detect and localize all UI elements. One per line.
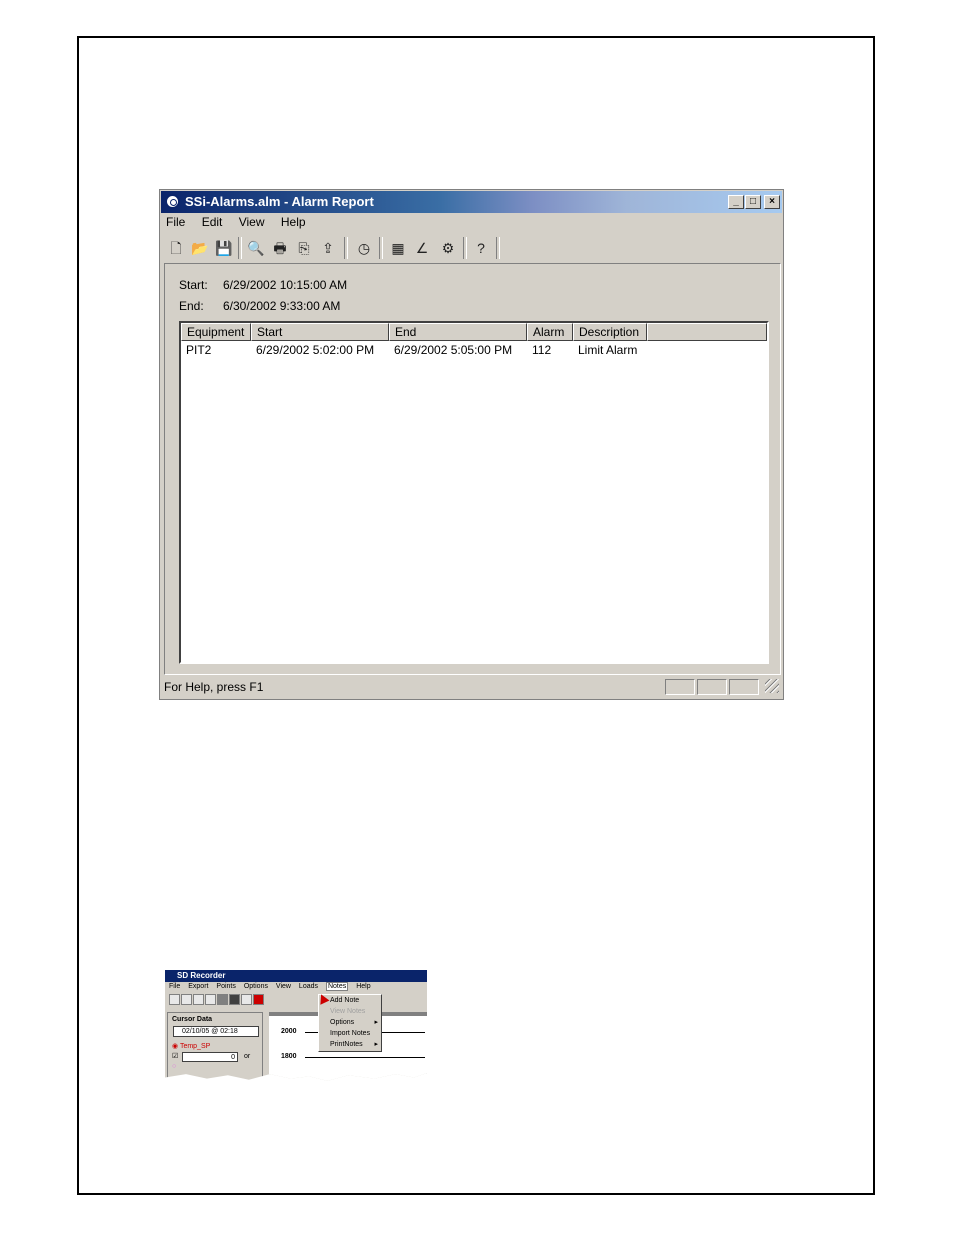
help-icon[interactable]: ? — [471, 238, 491, 258]
column-header-equipment[interactable]: Equipment — [181, 323, 251, 341]
sd-menu-help[interactable]: Help — [356, 983, 370, 990]
sd-stepper-input[interactable]: 0 — [182, 1052, 238, 1062]
column-header-description[interactable]: Description — [573, 323, 647, 341]
status-text: For Help, press F1 — [164, 680, 264, 694]
column-header-start[interactable]: Start — [251, 323, 389, 341]
sd-cursor-input[interactable]: 02/10/05 @ 02:18 — [173, 1026, 259, 1037]
cell-description: Limit Alarm — [578, 343, 638, 357]
sd-dd-view-notes[interactable]: View Notes — [319, 1006, 381, 1017]
sd-menu-loads[interactable]: Loads — [299, 983, 318, 990]
sd-axis-label-2000: 2000 — [281, 1028, 297, 1035]
title-bar[interactable]: SSi-Alarms.alm - Alarm Report _ □ × — [161, 191, 782, 213]
sd-menu-points[interactable]: Points — [216, 983, 235, 990]
sd-point-radio[interactable]: ◉ Temp_SP — [172, 1042, 210, 1050]
toolbar-separator — [496, 237, 500, 259]
menu-help[interactable]: Help — [281, 215, 306, 229]
clock-icon[interactable]: ◷ — [354, 238, 374, 258]
sd-second-radio[interactable]: ○ — [172, 1063, 176, 1070]
sd-print-icon[interactable] — [205, 994, 216, 1005]
end-value: 6/30/2002 9:33:00 AM — [223, 299, 341, 313]
submenu-arrow-icon: ▸ — [374, 1041, 378, 1048]
report-area: Start: 6/29/2002 10:15:00 AM End: 6/30/2… — [164, 263, 781, 675]
menu-edit[interactable]: Edit — [202, 215, 223, 229]
toolbar-separator — [238, 237, 242, 259]
start-value: 6/29/2002 10:15:00 AM — [223, 278, 348, 292]
end-label: End: — [179, 299, 204, 313]
sd-checkbox[interactable]: ☑ — [172, 1052, 178, 1060]
sd-menu-file[interactable]: File — [169, 983, 180, 990]
save-icon[interactable]: 💾 — [214, 238, 234, 258]
sd-save-icon[interactable] — [193, 994, 204, 1005]
column-header-end[interactable]: End — [389, 323, 527, 341]
sd-or-label: or — [244, 1053, 251, 1060]
print-preview-icon[interactable]: 🔍 — [246, 238, 266, 258]
toolbar-separator — [344, 237, 348, 259]
sd-menu-export[interactable]: Export — [188, 983, 208, 990]
menu-view[interactable]: View — [239, 215, 265, 229]
sd-cursor-panel: Cursor Data 02/10/05 @ 02:18 ◉ Temp_SP ☑… — [167, 1012, 263, 1081]
new-icon[interactable]: 🗋 — [166, 238, 186, 258]
sd-lines-icon[interactable] — [241, 994, 252, 1005]
sd-menu-bar: File Export Points Options View Loads No… — [169, 982, 377, 991]
cell-alarm: 112 — [532, 343, 552, 357]
sd-stop-icon[interactable] — [229, 994, 240, 1005]
toolbar-separator — [379, 237, 383, 259]
submenu-arrow-icon: ▸ — [374, 1019, 378, 1026]
toolbar-separator — [463, 237, 467, 259]
sd-dd-options-label: Options — [330, 1019, 355, 1026]
sd-dd-import-notes[interactable]: Import Notes — [319, 1028, 381, 1039]
open-icon[interactable]: 📂 — [190, 238, 210, 258]
sd-axis-label-1800: 1800 — [281, 1053, 297, 1060]
alarm-list[interactable]: Equipment Start End Alarm Description PI… — [179, 321, 769, 664]
status-pane — [697, 679, 727, 695]
sd-menu-notes[interactable]: Notes — [325, 982, 349, 991]
minimize-button[interactable]: _ — [728, 195, 744, 209]
alarm-report-window: SSi-Alarms.alm - Alarm Report _ □ × File… — [159, 189, 784, 700]
sd-dd-print-notes-label: PrintNotes — [330, 1041, 363, 1048]
sd-dd-options[interactable]: Options ▸ — [319, 1017, 381, 1028]
sd-grid-icon[interactable] — [217, 994, 228, 1005]
sd-title-bar[interactable]: SD Recorder — [165, 970, 427, 982]
sd-point-label: Temp_SP — [179, 1043, 211, 1050]
cell-start: 6/29/2002 5:02:00 PM — [256, 343, 375, 357]
sd-open-icon[interactable] — [181, 994, 192, 1005]
sd-grid-line — [305, 1057, 425, 1058]
sd-recorder-window: SD Recorder File Export Points Options V… — [165, 970, 427, 1081]
resize-grip-icon[interactable] — [765, 679, 779, 693]
cell-equipment: PIT2 — [186, 343, 212, 357]
menu-file[interactable]: File — [166, 215, 185, 229]
start-label: Start: — [179, 278, 208, 292]
column-header-empty — [647, 323, 767, 341]
print-icon[interactable]: 🖶 — [270, 238, 290, 258]
sd-menu-view[interactable]: View — [276, 983, 291, 990]
sd-notes-dropdown: Add Note View Notes Options ▸ Import Note… — [318, 994, 382, 1052]
sd-panel-title: Cursor Data — [172, 1016, 213, 1023]
grid-icon[interactable]: ▦ — [388, 238, 408, 258]
app-icon[interactable] — [165, 194, 180, 209]
chart-icon[interactable]: ∠ — [412, 238, 432, 258]
menu-bar: File Edit View Help — [166, 215, 319, 233]
status-pane — [729, 679, 759, 695]
status-pane — [665, 679, 695, 695]
sd-new-icon[interactable] — [169, 994, 180, 1005]
copy-icon[interactable]: ⎘ — [294, 238, 314, 258]
window-title: SSi-Alarms.alm - Alarm Report — [185, 194, 374, 209]
close-button[interactable]: × — [764, 195, 780, 209]
column-header-alarm[interactable]: Alarm — [527, 323, 573, 341]
export-icon[interactable]: ⇪ — [318, 238, 338, 258]
cell-end: 6/29/2002 5:05:00 PM — [394, 343, 513, 357]
sd-dd-print-notes[interactable]: PrintNotes ▸ — [319, 1039, 381, 1050]
status-bar: For Help, press F1 — [164, 677, 781, 697]
settings-icon[interactable]: ⚙ — [438, 238, 458, 258]
maximize-button[interactable]: □ — [745, 195, 761, 209]
sd-menu-options[interactable]: Options — [244, 983, 268, 990]
sd-record-icon[interactable] — [253, 994, 264, 1005]
